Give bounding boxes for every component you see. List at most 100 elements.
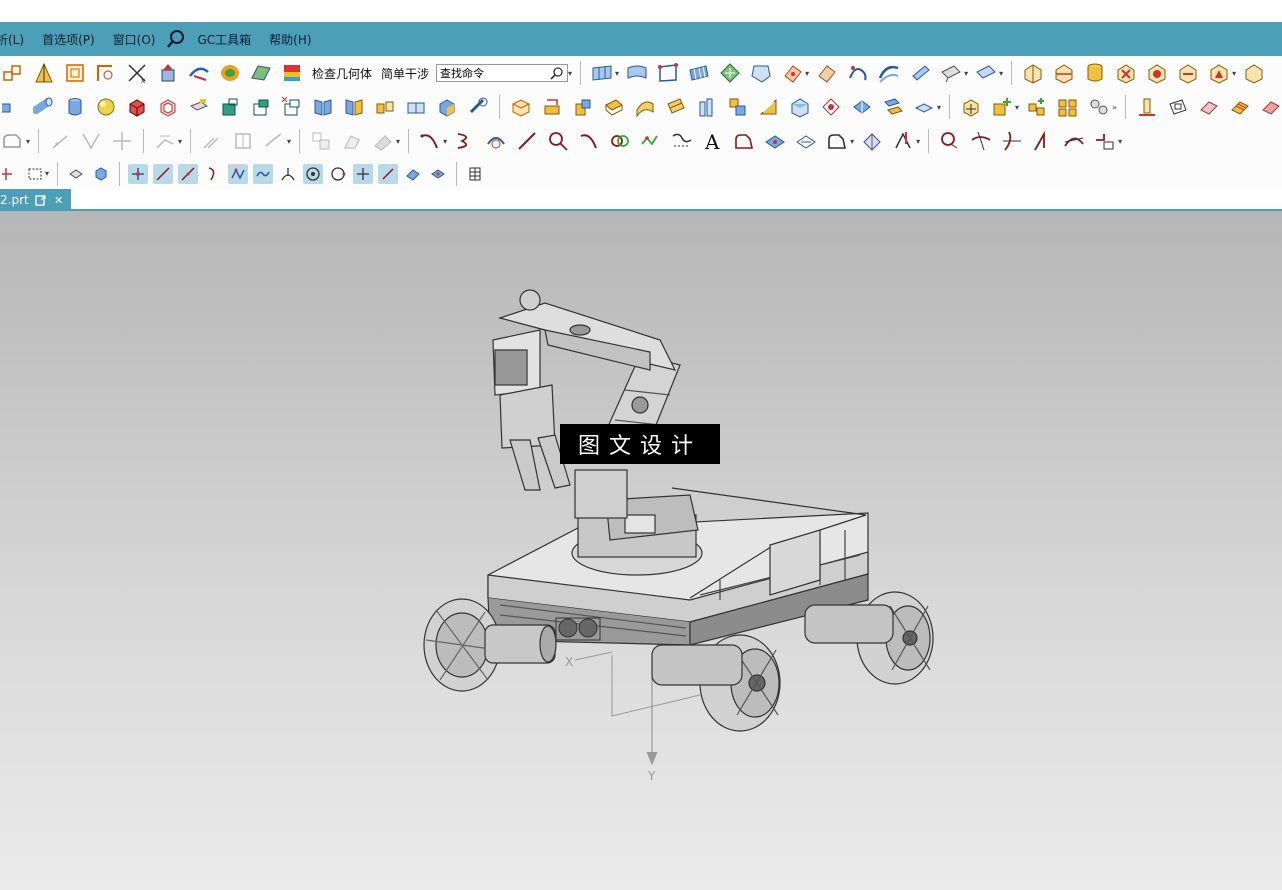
extrude-partial-icon[interactable] [0, 94, 26, 120]
chevron-down-icon[interactable]: ▾ [1232, 69, 1236, 78]
chevron-down-icon[interactable]: ▾ [1015, 103, 1019, 112]
ruled-surface-icon[interactable] [624, 60, 650, 86]
studio-surface-icon[interactable] [686, 60, 712, 86]
chevron-down-icon[interactable]: ▾ [615, 69, 619, 78]
enlarge-icon[interactable] [787, 94, 813, 120]
search-icon[interactable] [164, 27, 188, 51]
snap-endpoint-icon[interactable] [153, 163, 174, 184]
edit-curve-icon[interactable] [937, 128, 963, 154]
corner-fillet-icon[interactable] [762, 128, 788, 154]
styled-blend-icon[interactable] [876, 60, 902, 86]
shadow-curve-icon[interactable] [370, 128, 396, 154]
menu-gc-toolbox[interactable]: GC工具箱 [188, 31, 260, 48]
command-search-icon[interactable] [550, 66, 564, 80]
menu-preferences[interactable]: 首选项(P) [33, 31, 104, 48]
offset-surface-icon[interactable] [973, 60, 999, 86]
join-face-icon[interactable] [849, 94, 875, 120]
face-curvature-icon[interactable] [217, 60, 243, 86]
project-curve-icon[interactable] [152, 128, 178, 154]
measure-body-icon[interactable] [62, 60, 88, 86]
face-sheet-icon[interactable] [1196, 94, 1222, 120]
chevron-down-icon[interactable]: ▾ [937, 103, 941, 112]
intersect-icon[interactable] [1206, 60, 1232, 86]
scale-body-icon[interactable] [694, 94, 720, 120]
mirror-body-icon[interactable] [341, 94, 367, 120]
add-component-icon[interactable] [989, 94, 1015, 120]
split-body-icon[interactable] [1051, 60, 1077, 86]
chevron-down-icon[interactable]: ▾ [178, 137, 182, 146]
shape-curve-icon[interactable] [731, 128, 757, 154]
local-radius-icon[interactable]: x [124, 60, 150, 86]
reflection-icon[interactable] [248, 60, 274, 86]
sphere-icon[interactable] [93, 94, 119, 120]
replace-face-icon[interactable] [539, 94, 565, 120]
undock-icon[interactable] [35, 194, 47, 206]
extract-icon[interactable] [403, 94, 429, 120]
graphics-viewport[interactable]: X Y 图文设计 [0, 211, 1282, 890]
combine-projection-icon[interactable] [308, 128, 334, 154]
cylinder-icon[interactable] [1082, 60, 1108, 86]
measure-angle-icon[interactable] [31, 60, 57, 86]
chevron-down-icon[interactable]: ▾ [964, 69, 968, 78]
select-body-icon[interactable] [91, 164, 111, 184]
component-array-icon[interactable] [1055, 94, 1081, 120]
measure-distance-icon[interactable] [93, 60, 119, 86]
pocket-icon[interactable] [248, 94, 274, 120]
command-search-input[interactable] [436, 64, 569, 82]
trim-body-icon[interactable] [1020, 60, 1046, 86]
outline-curve-icon[interactable] [824, 128, 850, 154]
trim-sheet-icon[interactable] [756, 94, 782, 120]
overflow-chevron-icon[interactable]: » [1112, 103, 1117, 112]
snap-curve-point-icon[interactable] [253, 163, 274, 184]
layer-settings-icon[interactable] [465, 164, 485, 184]
chevron-down-icon[interactable]: ▾ [45, 169, 49, 178]
face-blend-icon[interactable] [911, 94, 937, 120]
isoparametric-icon[interactable] [109, 128, 135, 154]
chevron-down-icon[interactable]: ▾ [850, 137, 854, 146]
rectangle-select-icon[interactable] [25, 164, 45, 184]
snap-intersection-icon[interactable] [228, 163, 249, 184]
chevron-down-icon[interactable]: ▾ [396, 137, 400, 146]
intersection-curve-icon[interactable] [78, 128, 104, 154]
view-section-icon[interactable] [1165, 94, 1191, 120]
thicken-icon[interactable] [601, 94, 627, 120]
slot-icon[interactable] [279, 94, 305, 120]
bridge-curve-icon[interactable] [230, 128, 256, 154]
snap-face-icon[interactable] [428, 164, 448, 184]
move-component-icon[interactable] [958, 94, 984, 120]
chevron-down-icon[interactable]: ▾ [568, 69, 572, 78]
curve-analysis-icon[interactable] [186, 60, 212, 86]
mirror-icon[interactable] [310, 94, 336, 120]
snap-midpoint-icon[interactable] [178, 163, 199, 184]
helix-icon[interactable] [452, 128, 478, 154]
chevron-down-icon[interactable]: ▾ [1118, 137, 1122, 146]
silhouette-icon[interactable] [339, 128, 365, 154]
draft-icon[interactable] [186, 94, 212, 120]
law-curve-icon[interactable] [1092, 128, 1118, 154]
snap-point-icon[interactable] [0, 164, 20, 184]
mirror-assembly-icon[interactable] [1086, 94, 1112, 120]
text-icon[interactable]: A [700, 128, 726, 154]
wrap-geometry-icon[interactable] [725, 94, 751, 120]
tab-document[interactable]: 2.prt ✕ [0, 189, 71, 211]
resize-face-icon[interactable] [570, 94, 596, 120]
arc-circle-icon[interactable] [545, 128, 571, 154]
menu-window[interactable]: 窗口(O) [104, 31, 165, 48]
snap-point-on-curve-icon[interactable] [353, 163, 374, 184]
through-curves-icon[interactable] [589, 60, 615, 86]
snap-point-on-face-icon[interactable] [378, 163, 399, 184]
point-curve-icon[interactable] [638, 128, 664, 154]
snap-quadrant-icon[interactable] [328, 164, 348, 184]
extract-geometry-icon[interactable] [880, 94, 906, 120]
chevron-down-icon[interactable]: ▾ [805, 69, 809, 78]
delete-body-icon[interactable] [1113, 60, 1139, 86]
extend-curve-icon[interactable] [261, 128, 287, 154]
swept-surface-icon[interactable] [779, 60, 805, 86]
menu-analysis[interactable]: 析(L) [0, 31, 33, 48]
law-extension-icon[interactable] [938, 60, 964, 86]
patch-surface-icon[interactable] [663, 94, 689, 120]
mesh-surface-icon[interactable] [717, 60, 743, 86]
drafting-icon[interactable] [1134, 94, 1160, 120]
section-surface-icon[interactable] [907, 60, 933, 86]
chevron-down-icon[interactable]: ▾ [999, 69, 1003, 78]
